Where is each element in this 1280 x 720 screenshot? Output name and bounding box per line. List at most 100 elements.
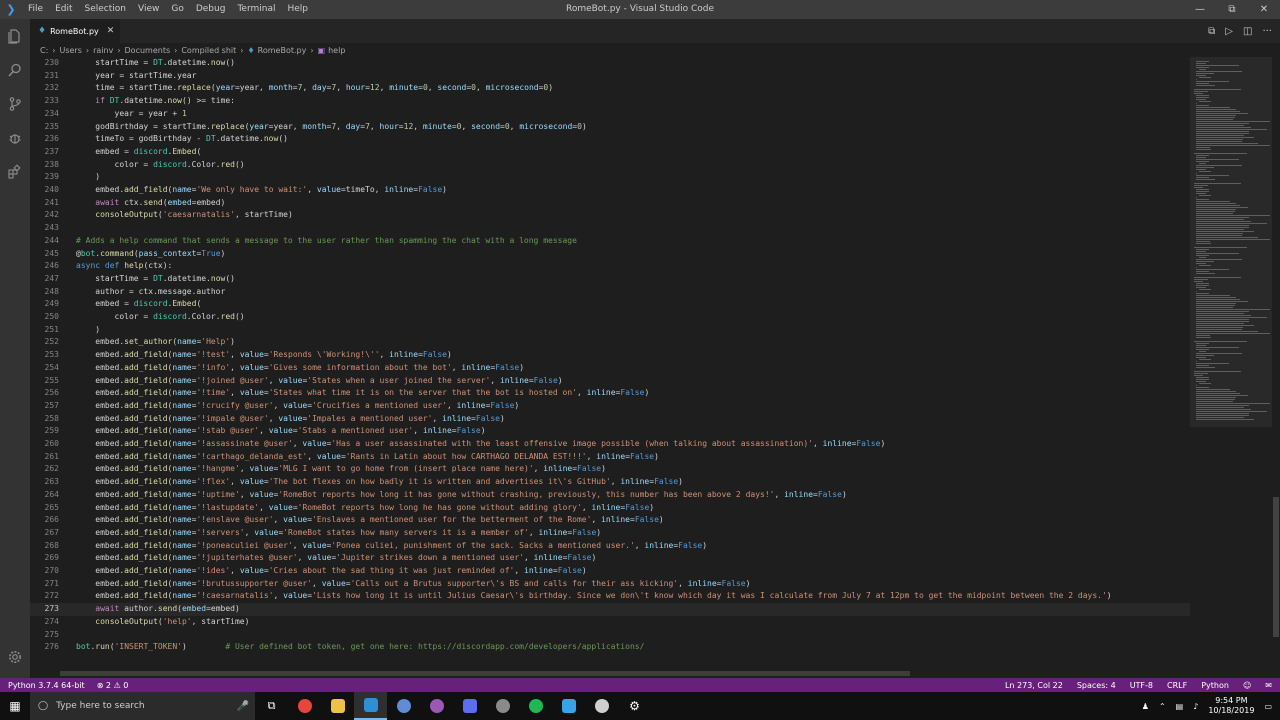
code-line[interactable]: 266 embed.add_field(name='!enslave @user… <box>30 514 1190 527</box>
action-center-icon[interactable]: ▭ <box>1264 702 1272 711</box>
menu-help[interactable]: Help <box>281 0 314 19</box>
problems-indicator[interactable]: ⊗ 2 ⚠ 0 <box>97 681 129 690</box>
menu-terminal[interactable]: Terminal <box>231 0 281 19</box>
source-control-icon[interactable] <box>0 87 30 121</box>
code-line[interactable]: 237 embed = discord.Embed( <box>30 146 1190 159</box>
code-line[interactable]: 273 await author.send(embed=embed) <box>30 603 1190 616</box>
encoding[interactable]: UTF-8 <box>1130 681 1153 690</box>
app-icon-github[interactable] <box>585 692 618 720</box>
code-line[interactable]: 275 <box>30 629 1190 642</box>
code-line[interactable]: 238 color = discord.Color.red() <box>30 159 1190 172</box>
notifications-bell-icon[interactable]: ✉ <box>1265 681 1272 690</box>
app-icon-steam[interactable] <box>486 692 519 720</box>
code-line[interactable]: 231 year = startTime.year <box>30 70 1190 83</box>
code-line[interactable]: 240 embed.add_field(name='We only have t… <box>30 184 1190 197</box>
explorer-icon[interactable] <box>0 19 30 53</box>
menu-edit[interactable]: Edit <box>49 0 78 19</box>
breadcrumb-file[interactable]: RomeBot.py <box>258 46 307 55</box>
indentation[interactable]: Spaces: 4 <box>1077 681 1116 690</box>
code-line[interactable]: 260 embed.add_field(name='!assassinate @… <box>30 438 1190 451</box>
restore-icon[interactable]: ⧉ <box>1216 0 1248 19</box>
minimap[interactable] <box>1190 57 1272 670</box>
extensions-icon[interactable] <box>0 155 30 189</box>
code-line[interactable]: 261 embed.add_field(name='!carthago_dela… <box>30 451 1190 464</box>
end-of-line[interactable]: CRLF <box>1167 681 1187 690</box>
app-icon-obs[interactable] <box>420 692 453 720</box>
app-icon-blender[interactable] <box>387 692 420 720</box>
code-line[interactable]: 265 embed.add_field(name='!lastupdate', … <box>30 502 1190 515</box>
spotify-icon[interactable] <box>519 692 552 720</box>
file-explorer-icon[interactable] <box>321 692 354 720</box>
code-line[interactable]: 239 ) <box>30 171 1190 184</box>
code-line[interactable]: 258 embed.add_field(name='!impale @user'… <box>30 413 1190 426</box>
breadcrumb-user[interactable]: rainv <box>93 46 113 55</box>
code-line[interactable]: 232 time = startTime.replace(year=year, … <box>30 82 1190 95</box>
code-line[interactable]: 246 async def help(ctx): <box>30 260 1190 273</box>
code-line[interactable]: 252 embed.set_author(name='Help') <box>30 336 1190 349</box>
code-line[interactable]: 235 godBirthday = startTime.replace(year… <box>30 121 1190 134</box>
vertical-scrollbar[interactable] <box>1272 57 1280 670</box>
vscode-taskbar-icon[interactable] <box>354 692 387 720</box>
code-line[interactable]: 247 startTime = DT.datetime.now() <box>30 273 1190 286</box>
menu-selection[interactable]: Selection <box>79 0 132 19</box>
code-line[interactable]: 270 embed.add_field(name='!ides', value=… <box>30 565 1190 578</box>
menu-file[interactable]: File <box>22 0 49 19</box>
volume-icon[interactable]: ♪ <box>1193 702 1198 711</box>
settings-gear-icon[interactable] <box>0 640 30 674</box>
menu-view[interactable]: View <box>132 0 165 19</box>
code-line[interactable]: 254 embed.add_field(name='!info', value=… <box>30 362 1190 375</box>
code-line[interactable]: 259 embed.add_field(name='!stab @user', … <box>30 425 1190 438</box>
code-line[interactable]: 234 year = year + 1 <box>30 108 1190 121</box>
windows-start-icon[interactable]: ▦ <box>0 692 30 720</box>
code-line[interactable]: 256 embed.add_field(name='!time', value=… <box>30 387 1190 400</box>
tab-romebot[interactable]: ♦ RomeBot.py ✕ <box>30 19 120 43</box>
breadcrumb-documents[interactable]: Documents <box>125 46 171 55</box>
code-line[interactable]: 272 embed.add_field(name='!caesarnatalis… <box>30 590 1190 603</box>
task-view-icon[interactable]: ⧉ <box>255 692 288 720</box>
app-icon-editor[interactable] <box>552 692 585 720</box>
python-interpreter[interactable]: Python 3.7.4 64-bit <box>8 681 85 690</box>
breadcrumb-folder[interactable]: Compiled shit <box>181 46 236 55</box>
chrome-icon[interactable] <box>288 692 321 720</box>
code-line[interactable]: 274 consoleOutput('help', startTime) <box>30 616 1190 629</box>
code-line[interactable]: 250 color = discord.Color.red() <box>30 311 1190 324</box>
breadcrumb-drive[interactable]: C: <box>40 46 48 55</box>
menu-debug[interactable]: Debug <box>190 0 232 19</box>
code-line[interactable]: 251 ) <box>30 324 1190 337</box>
code-line[interactable]: 249 embed = discord.Embed( <box>30 298 1190 311</box>
code-line[interactable]: 262 embed.add_field(name='!hangme', valu… <box>30 463 1190 476</box>
code-line[interactable]: 257 embed.add_field(name='!crucify @user… <box>30 400 1190 413</box>
minimize-icon[interactable]: — <box>1184 0 1216 19</box>
code-line[interactable]: 241 await ctx.send(embed=embed) <box>30 197 1190 210</box>
code-line[interactable]: 263 embed.add_field(name='!flex', value=… <box>30 476 1190 489</box>
menu-go[interactable]: Go <box>165 0 189 19</box>
code-line[interactable]: 236 timeTo = godBirthday - DT.datetime.n… <box>30 133 1190 146</box>
tray-chevron-icon[interactable]: ⌃ <box>1159 702 1166 711</box>
feedback-smiley-icon[interactable]: ☺ <box>1243 681 1251 690</box>
breadcrumb-symbol[interactable]: help <box>328 46 345 55</box>
language-mode[interactable]: Python <box>1201 681 1229 690</box>
microphone-icon[interactable]: 🎤 <box>237 701 249 712</box>
code-line[interactable]: 253 embed.add_field(name='!test', value=… <box>30 349 1190 362</box>
settings-gear-icon[interactable]: ⚙ <box>618 692 651 720</box>
code-line[interactable]: 248 author = ctx.message.author <box>30 286 1190 299</box>
code-line[interactable]: 245 @bot.command(pass_context=True) <box>30 248 1190 261</box>
code-line[interactable]: 233 if DT.datetime.now() >= time: <box>30 95 1190 108</box>
vertical-scrollbar-thumb[interactable] <box>1273 497 1279 637</box>
code-line[interactable]: 267 embed.add_field(name='!servers', val… <box>30 527 1190 540</box>
code-line[interactable]: 230 startTime = DT.datetime.now() <box>30 57 1190 70</box>
run-icon[interactable]: ▷ <box>1225 26 1233 37</box>
code-line[interactable]: 264 embed.add_field(name='!uptime', valu… <box>30 489 1190 502</box>
debug-icon[interactable] <box>0 121 30 155</box>
code-line[interactable]: 276 bot.run('INSERT_TOKEN') # User define… <box>30 641 1190 654</box>
search-icon[interactable] <box>0 53 30 87</box>
horizontal-scrollbar[interactable] <box>60 671 910 676</box>
split-editor-icon[interactable]: ◫ <box>1243 26 1252 37</box>
breadcrumb-users[interactable]: Users <box>59 46 81 55</box>
tab-close-icon[interactable]: ✕ <box>107 26 115 36</box>
code-line[interactable]: 244 # Adds a help command that sends a me… <box>30 235 1190 248</box>
code-line[interactable]: 243 <box>30 222 1190 235</box>
close-icon[interactable]: ✕ <box>1248 0 1280 19</box>
people-icon[interactable]: ♟ <box>1142 702 1149 711</box>
code-line[interactable]: 255 embed.add_field(name='!joined @user'… <box>30 375 1190 388</box>
